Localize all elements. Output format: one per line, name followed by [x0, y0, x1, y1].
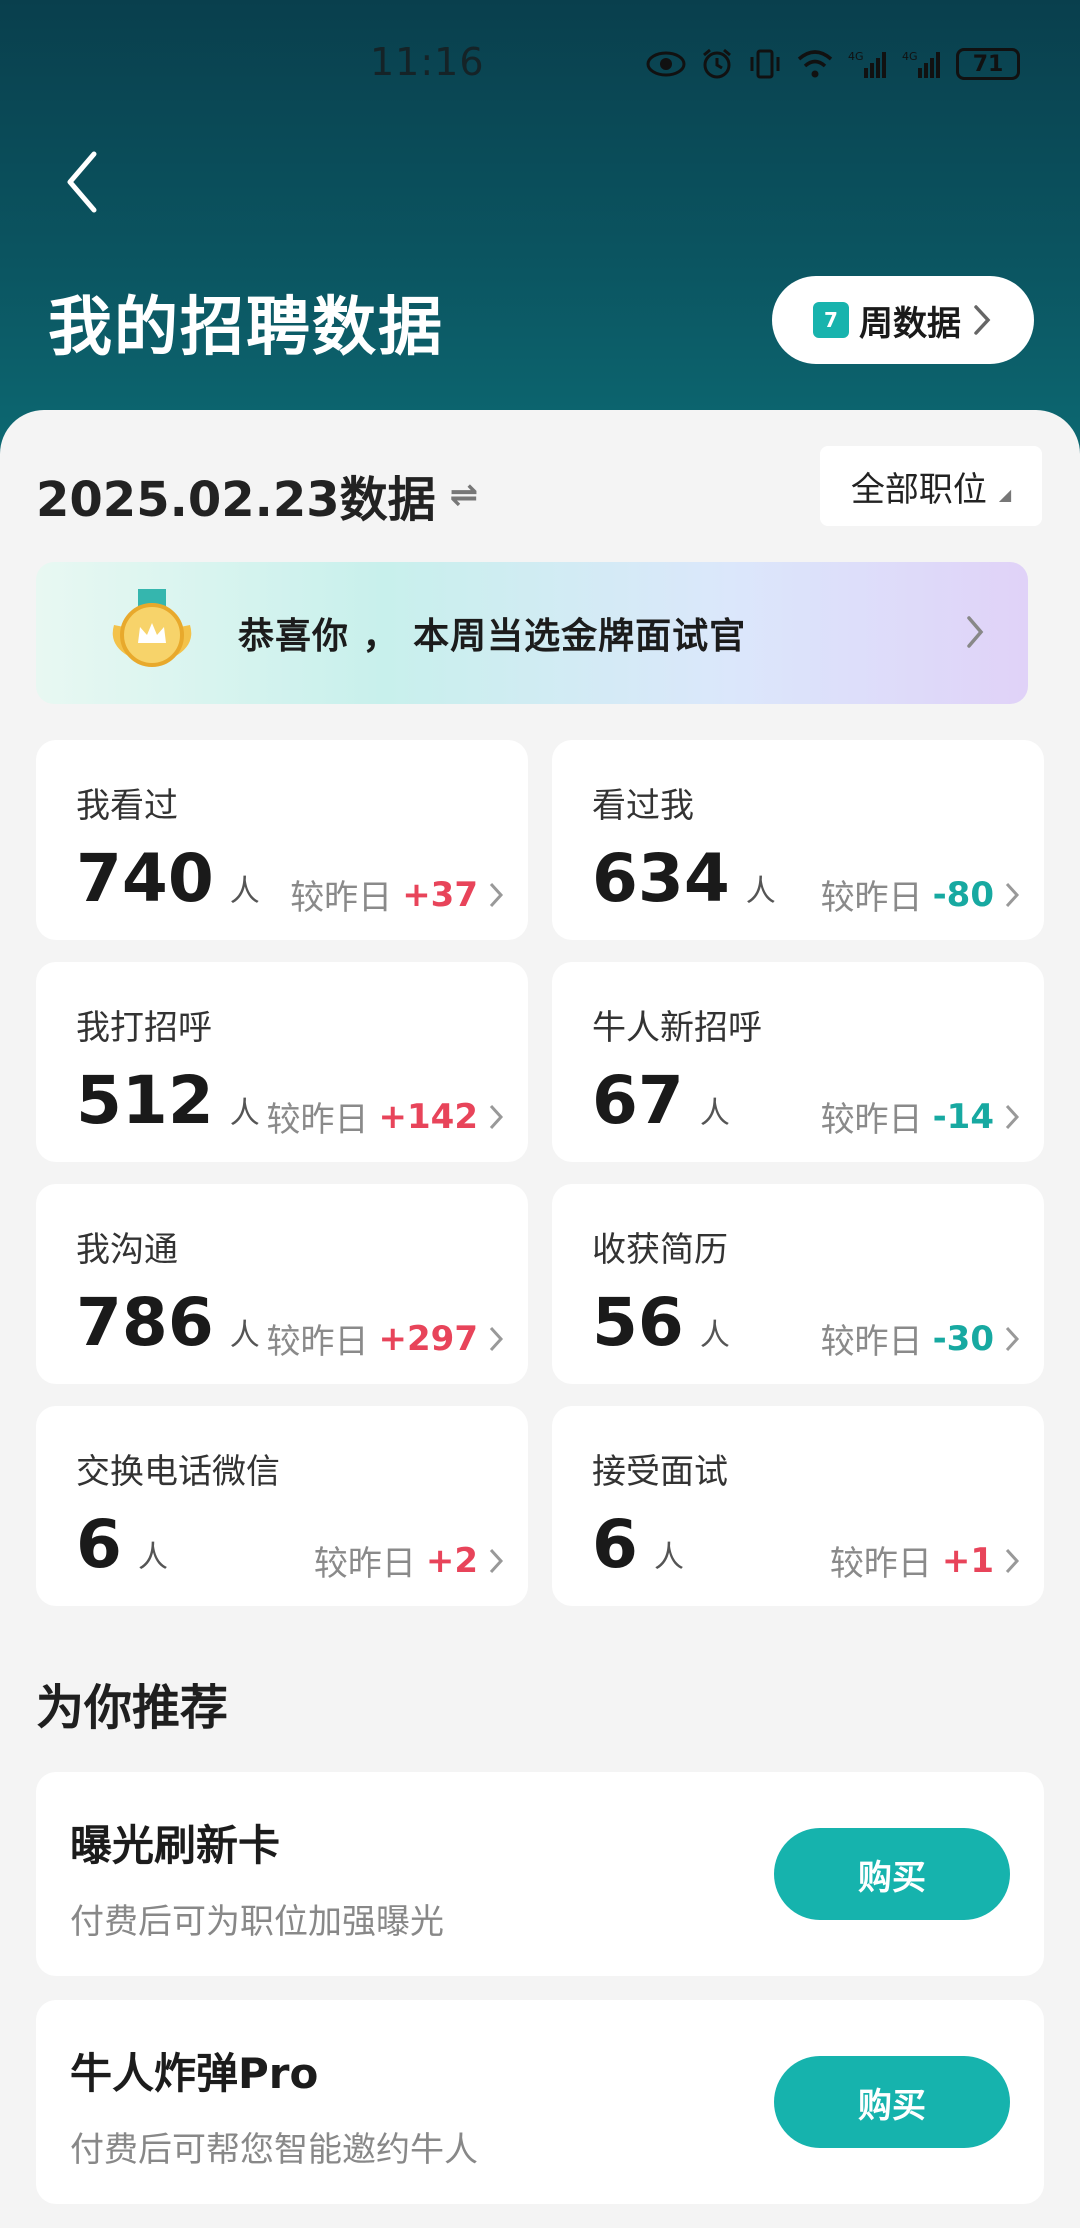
stat-label: 我看过	[76, 786, 178, 826]
stat-compare: 较昨日 +142	[267, 1092, 504, 1141]
medal-icon	[112, 589, 192, 667]
delta-value: +1	[941, 1540, 994, 1581]
delta-value: +142	[378, 1096, 478, 1137]
chevron-right-icon	[489, 1548, 504, 1573]
stat-label: 我沟通	[76, 1230, 178, 1270]
stats-grid: 我看过 740 人 较昨日 +37 看过我 634 人 较昨日 -80 我打招呼 512…	[36, 740, 1046, 1606]
chevron-left-icon	[67, 151, 97, 213]
calendar-icon: 7	[813, 302, 849, 338]
chevron-right-icon	[974, 305, 991, 335]
wifi-icon	[796, 44, 834, 84]
buy-button[interactable]: 购买	[774, 2056, 1010, 2148]
date-title-text: 2025.02.23数据	[36, 472, 436, 528]
stat-card-greeted[interactable]: 我打招呼 512 人 较昨日 +142	[36, 962, 528, 1162]
stat-label: 我打招呼	[76, 1008, 212, 1048]
delta-value: +37	[402, 874, 478, 915]
stat-value: 6人	[592, 1506, 684, 1583]
chevron-right-icon	[1005, 1548, 1020, 1573]
swap-icon: ⇌	[449, 475, 479, 515]
buy-button[interactable]: 购买	[774, 1828, 1010, 1920]
chevron-right-icon	[1005, 1104, 1020, 1129]
stat-card-contact-exchange[interactable]: 交换电话微信 6人 较昨日 +2	[36, 1406, 528, 1606]
vibrate-icon	[748, 44, 782, 84]
recommend-card-exposure[interactable]: 曝光刷新卡 付费后可为职位加强曝光 购买	[36, 1772, 1044, 1976]
stat-compare: 较昨日 -80	[821, 870, 1020, 919]
rec-desc: 付费后可帮您智能邀约牛人	[70, 2130, 478, 2170]
stat-value: 67 人	[592, 1062, 730, 1139]
stat-compare: 较昨日 +37	[290, 870, 504, 919]
stat-label: 交换电话微信	[76, 1452, 280, 1492]
page-title: 我的招聘数据	[48, 291, 444, 365]
chevron-right-icon	[489, 1104, 504, 1129]
rec-title: 牛人炸弹Pro	[70, 2049, 319, 2098]
main-content: 2025.02.23数据 ⇌ 全部职位 ◢ 恭喜你 ， 本周当选金牌面试官 我看…	[0, 410, 1080, 2228]
section-title-recommend: 为你推荐	[36, 1680, 229, 1736]
stat-label: 牛人新招呼	[592, 1008, 762, 1048]
delta-value: +2	[425, 1540, 478, 1581]
battery-icon: 71	[956, 48, 1020, 80]
chevron-right-icon	[967, 616, 984, 648]
stat-compare: 较昨日 -30	[821, 1314, 1020, 1363]
stat-compare: 较昨日 -14	[821, 1092, 1020, 1141]
stat-compare: 较昨日 +2	[314, 1536, 504, 1585]
back-button[interactable]	[62, 150, 112, 220]
week-data-label: 周数据	[859, 303, 961, 344]
signal-4g-icon-2: 4G	[902, 44, 942, 84]
svg-text:4G: 4G	[902, 50, 918, 63]
dropdown-triangle-icon: ◢	[998, 484, 1012, 504]
svg-text:4G: 4G	[848, 50, 864, 63]
header-background: 11:16 4G 4G 71 我的招聘数据 7 周数据	[0, 0, 1080, 480]
stat-card-communicated[interactable]: 我沟通 786 人 较昨日 +297	[36, 1184, 528, 1384]
job-filter-select[interactable]: 全部职位 ◢	[820, 446, 1042, 526]
stat-value: 740 人	[76, 840, 260, 917]
delta-value: -80	[932, 874, 994, 915]
stat-compare: 较昨日 +297	[267, 1314, 504, 1363]
stat-card-viewed-me[interactable]: 看过我 634 人 较昨日 -80	[552, 740, 1044, 940]
status-icons: 4G 4G 71	[646, 44, 1020, 84]
stat-value: 634 人	[592, 840, 776, 917]
stat-value: 56 人	[592, 1284, 730, 1361]
week-data-button[interactable]: 7 周数据	[772, 276, 1034, 364]
alarm-icon	[700, 44, 734, 84]
status-time: 11:16	[370, 40, 485, 84]
stat-label: 接受面试	[592, 1452, 728, 1492]
signal-4g-icon: 4G	[848, 44, 888, 84]
stat-value: 512 人	[76, 1062, 260, 1139]
recommend-card-bomb-pro[interactable]: 牛人炸弹Pro 付费后可帮您智能邀约牛人 购买	[36, 2000, 1044, 2204]
stat-value: 6人	[76, 1506, 168, 1583]
chevron-right-icon	[489, 1326, 504, 1351]
chevron-right-icon	[1005, 882, 1020, 907]
rec-desc: 付费后可为职位加强曝光	[70, 1902, 444, 1942]
stat-card-viewed[interactable]: 我看过 740 人 较昨日 +37	[36, 740, 528, 940]
stat-card-interviews[interactable]: 接受面试 6人 较昨日 +1	[552, 1406, 1044, 1606]
stat-card-new-greetings[interactable]: 牛人新招呼 67 人 较昨日 -14	[552, 962, 1044, 1162]
stat-label: 收获简历	[592, 1230, 728, 1270]
delta-value: -30	[932, 1318, 994, 1359]
delta-value: +297	[378, 1318, 478, 1359]
delta-value: -14	[932, 1096, 994, 1137]
banner-text: 恭喜你 ， 本周当选金牌面试官	[238, 616, 747, 657]
stat-label: 看过我	[592, 786, 694, 826]
stat-compare: 较昨日 +1	[830, 1536, 1020, 1585]
rec-title: 曝光刷新卡	[70, 1821, 281, 1870]
status-bar: 11:16 4G 4G 71	[0, 36, 1080, 92]
chevron-right-icon	[489, 882, 504, 907]
stat-value: 786 人	[76, 1284, 260, 1361]
eye-icon	[646, 44, 686, 84]
date-title[interactable]: 2025.02.23数据 ⇌	[36, 460, 478, 530]
chevron-right-icon	[1005, 1326, 1020, 1351]
job-filter-label: 全部职位	[850, 469, 987, 510]
stat-card-resumes[interactable]: 收获简历 56 人 较昨日 -30	[552, 1184, 1044, 1384]
gold-interviewer-banner[interactable]: 恭喜你 ， 本周当选金牌面试官	[36, 562, 1028, 704]
